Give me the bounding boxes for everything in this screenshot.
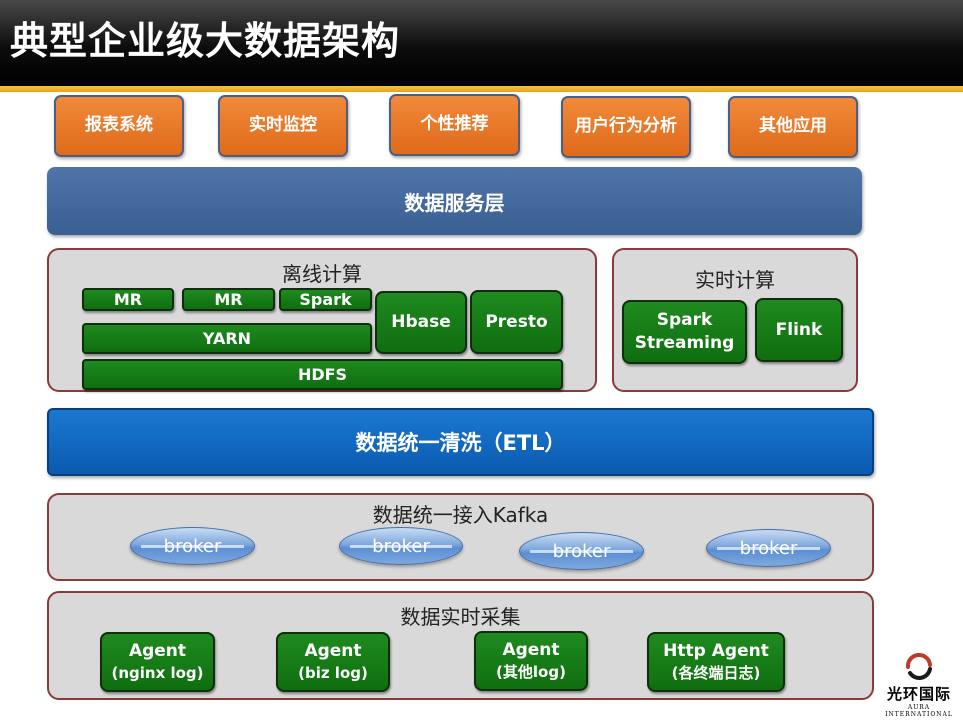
- app-label: 用户行为分析: [575, 116, 677, 137]
- broker-label: broker: [552, 540, 611, 562]
- etl-label: 数据统一清洗（ETL）: [355, 431, 566, 455]
- agent-detail: (其他log): [496, 663, 566, 682]
- agent-name: Agent: [304, 641, 362, 662]
- component-label: Streaming: [634, 333, 735, 353]
- agent-name: Agent: [502, 640, 560, 661]
- component-flink: Flink: [755, 298, 843, 362]
- agent-name: Agent: [128, 641, 187, 662]
- component-mr-1: MR: [82, 288, 174, 311]
- component-label: Flink: [775, 319, 823, 340]
- kafka-broker-3: broker: [519, 532, 644, 570]
- agent-detail: (各终端日志): [671, 664, 761, 683]
- kafka-title: 数据统一接入Kafka: [372, 503, 549, 527]
- component-yarn: YARN: [82, 323, 372, 354]
- component-presto: Presto: [470, 290, 563, 354]
- app-label: 个性推荐: [420, 114, 489, 135]
- app-realtime-monitor: 实时监控: [218, 95, 348, 157]
- component-hbase: Hbase: [375, 291, 467, 354]
- component-label: Presto: [485, 311, 548, 332]
- agent-detail: (biz log): [298, 664, 368, 683]
- title-accent-line: [0, 86, 963, 92]
- data-service-layer: 数据服务层: [47, 167, 862, 235]
- component-spark-streaming: Spark Streaming: [622, 300, 747, 364]
- title-bar: 典型企业级大数据架构: [0, 0, 963, 86]
- offline-compute-title: 离线计算: [282, 262, 362, 286]
- app-report-system: 报表系统: [54, 95, 184, 157]
- logo-text-cn: 光环国际: [886, 685, 951, 703]
- data-collection-title: 数据实时采集: [400, 605, 521, 629]
- broker-label: broker: [372, 535, 430, 557]
- agent-detail: (nginx log): [111, 664, 204, 683]
- logo-text-en: AURA INTERNATIONAL: [885, 704, 953, 718]
- component-hdfs: HDFS: [82, 359, 563, 390]
- app-label: 报表系统: [85, 115, 153, 136]
- agent-name: Http Agent: [663, 641, 769, 662]
- kafka-broker-4: broker: [706, 529, 831, 567]
- app-label: 其他应用: [759, 116, 827, 137]
- component-label: YARN: [202, 328, 252, 348]
- broker-label: broker: [163, 535, 222, 557]
- component-mr-2: MR: [182, 288, 275, 311]
- page-title: 典型企业级大数据架构: [10, 19, 401, 63]
- agent-biz-log: Agent (biz log): [276, 632, 390, 692]
- app-personal-recommend: 个性推荐: [389, 94, 520, 156]
- kafka-broker-2: broker: [339, 527, 463, 565]
- aura-logo-mark-icon: [905, 653, 932, 680]
- component-label: HDFS: [297, 364, 348, 384]
- kafka-broker-1: broker: [130, 527, 255, 565]
- etl-layer: 数据统一清洗（ETL）: [47, 408, 874, 476]
- realtime-compute-title: 实时计算: [695, 268, 775, 292]
- service-layer-label: 数据服务层: [404, 190, 505, 215]
- app-label: 实时监控: [249, 115, 317, 136]
- component-label: MR: [214, 289, 243, 309]
- aura-logo: 光环国际 AURA INTERNATIONAL: [878, 653, 960, 718]
- component-spark: Spark: [279, 288, 372, 311]
- component-label: Spark: [299, 289, 352, 309]
- component-label: Hbase: [391, 312, 451, 333]
- broker-label: broker: [739, 537, 798, 559]
- agent-http-terminal-log: Http Agent (各终端日志): [647, 632, 785, 692]
- component-label: Spark: [656, 310, 713, 331]
- app-other: 其他应用: [728, 96, 858, 158]
- agent-other-log: Agent (其他log): [474, 631, 588, 691]
- agent-nginx-log: Agent (nginx log): [100, 632, 215, 692]
- app-user-behavior: 用户行为分析: [561, 96, 691, 158]
- component-label: MR: [113, 289, 143, 309]
